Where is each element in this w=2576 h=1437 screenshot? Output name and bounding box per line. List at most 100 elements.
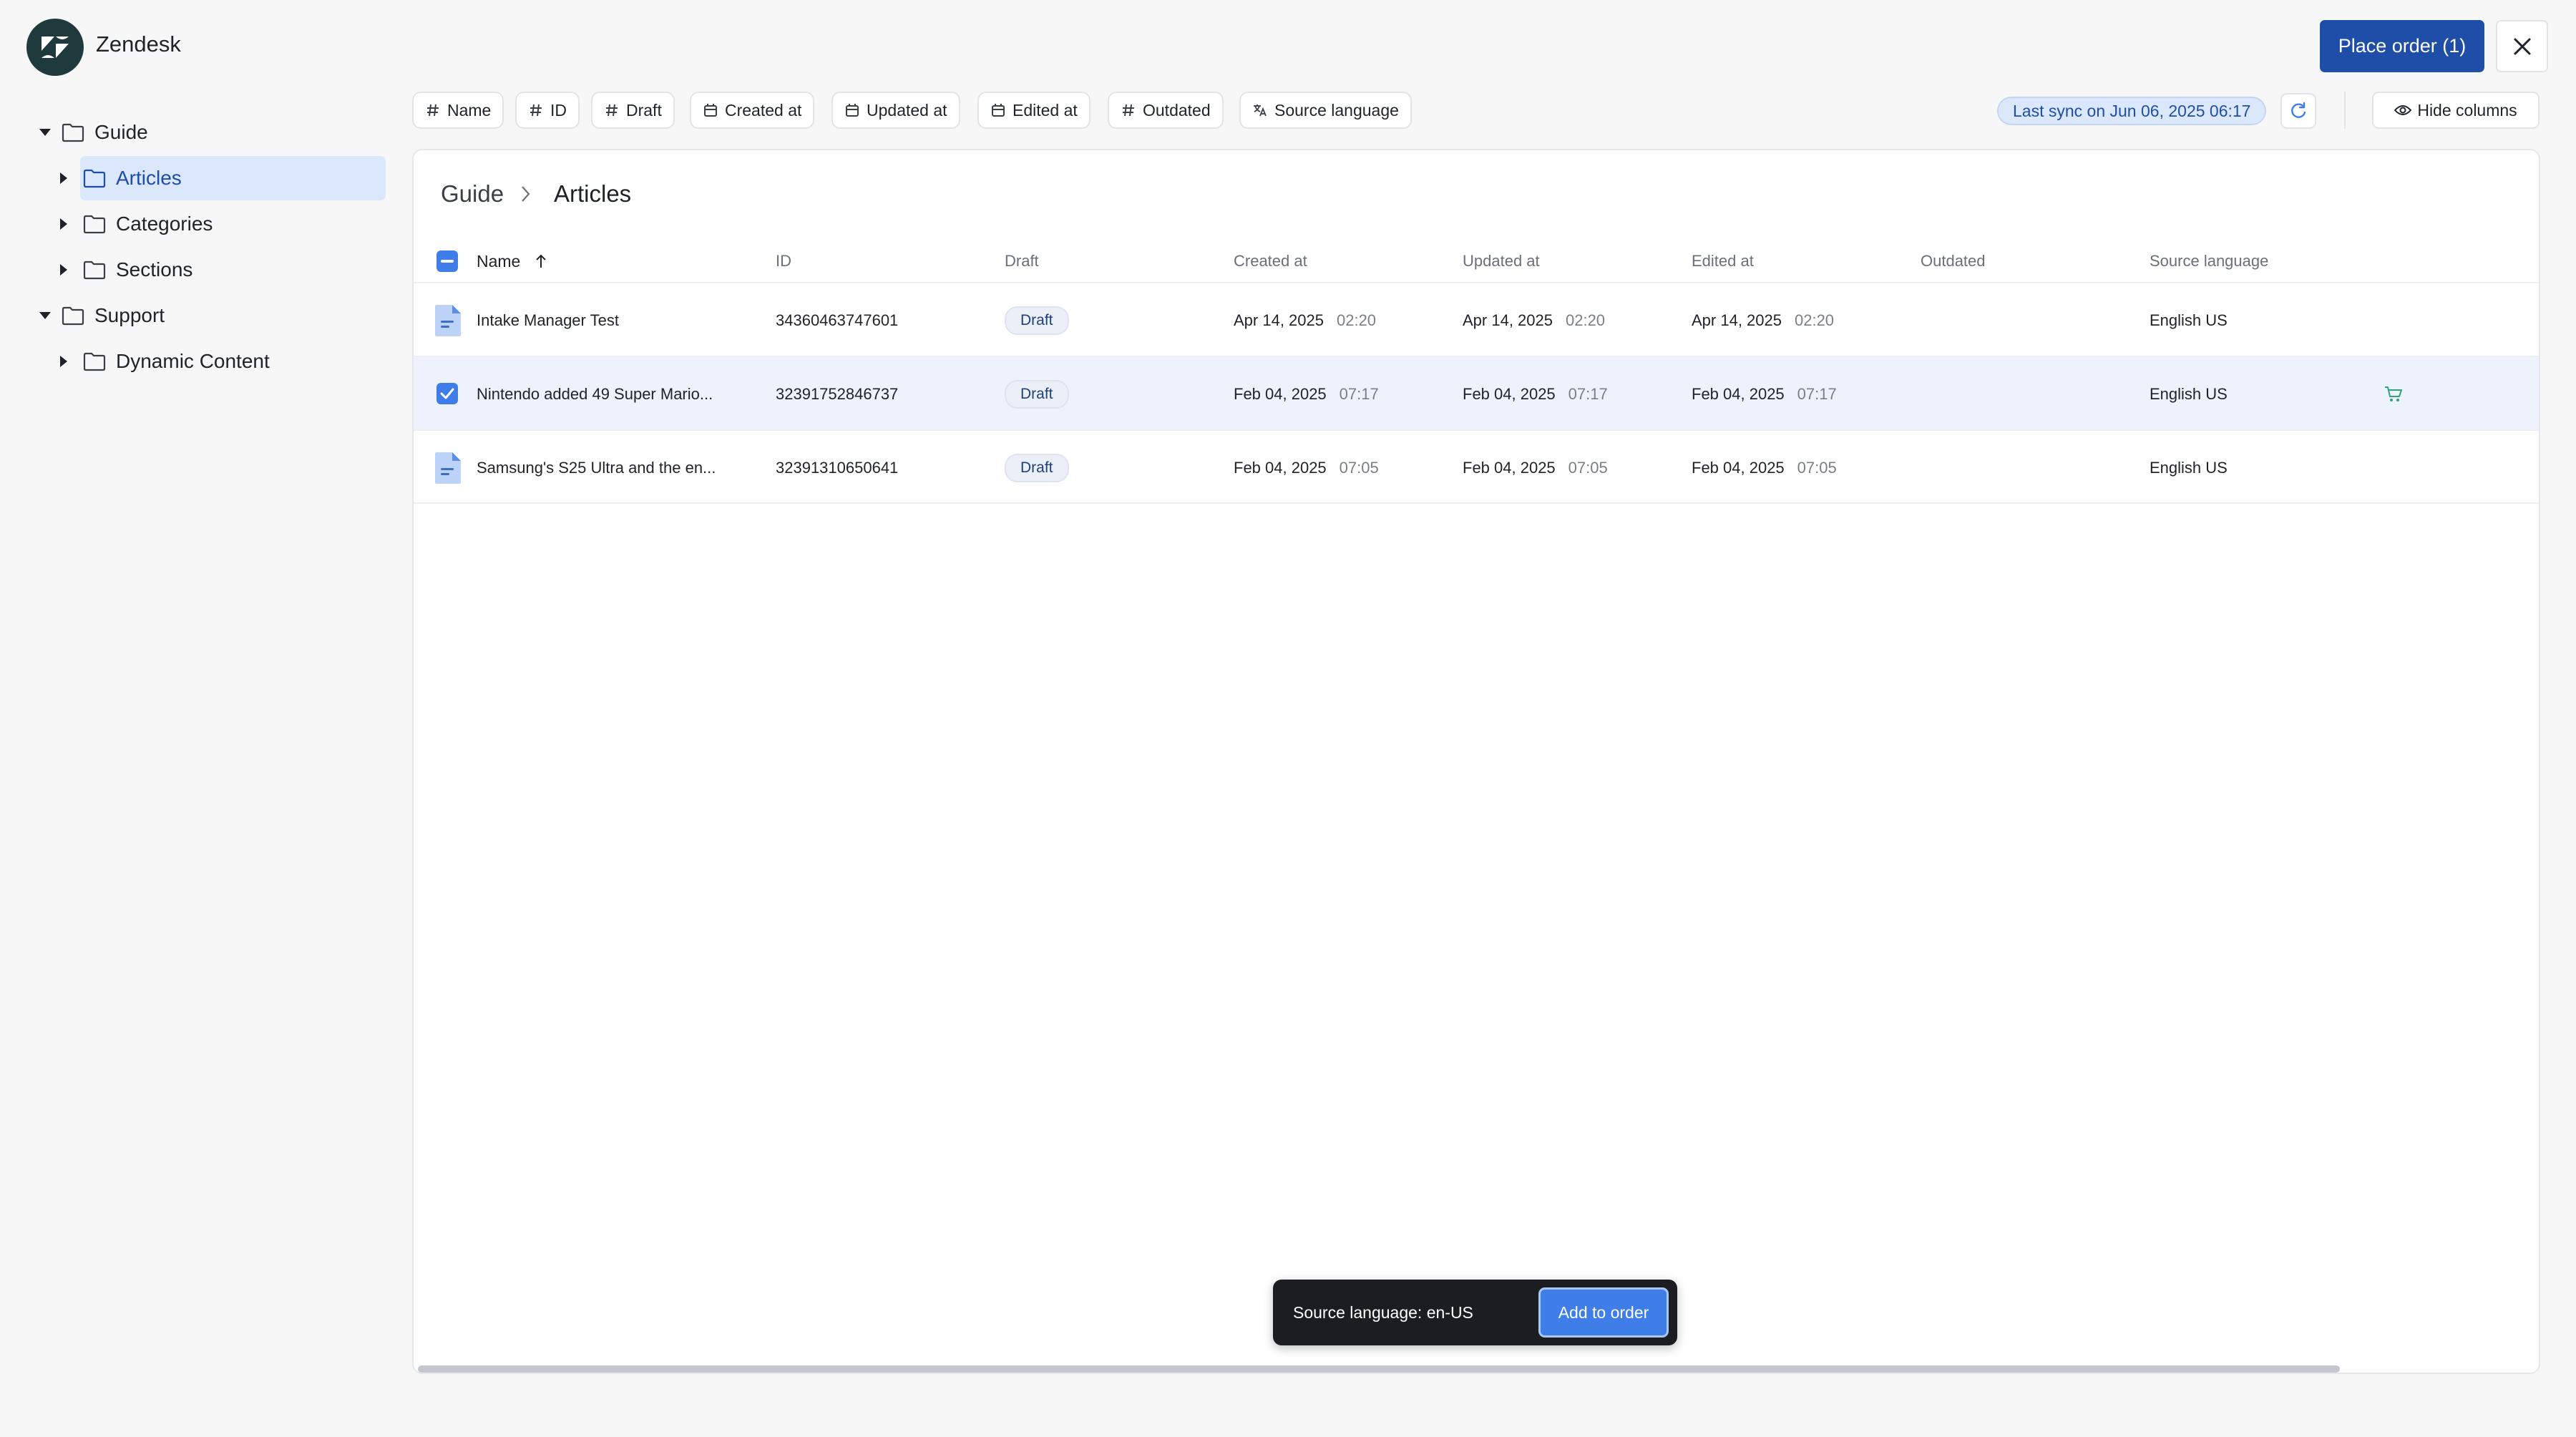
hash-icon	[425, 102, 441, 118]
sidebar-item-guide[interactable]: Guide	[36, 110, 386, 155]
column-header-id[interactable]: ID	[776, 243, 791, 279]
column-header-updated-at[interactable]: Updated at	[1463, 243, 1540, 279]
minus-icon	[441, 260, 454, 263]
cell-draft: Draft	[1005, 357, 1069, 431]
hash-icon	[1121, 102, 1136, 118]
chip-label: Outdated	[1143, 100, 1211, 120]
add-to-order-button[interactable]: Add to order	[1538, 1287, 1669, 1338]
sidebar-item-dynamic-content[interactable]: Dynamic Content	[54, 339, 384, 384]
cart-icon	[2385, 386, 2402, 401]
cell-edited-at: Feb 04, 2025 07:17	[1692, 357, 1837, 431]
caret-down-icon[interactable]	[36, 306, 54, 325]
table-row[interactable]: Nintendo added 49 Super Mario... 3239175…	[414, 356, 2539, 431]
toolbar-divider	[2344, 92, 2346, 129]
cell-name[interactable]: Samsung's S25 Ultra and the en...	[477, 431, 716, 505]
calendar-icon	[703, 102, 718, 118]
place-order-button[interactable]: Place order (1)	[2320, 20, 2484, 72]
sidebar-item-label: Categories	[116, 213, 213, 235]
column-header-draft[interactable]: Draft	[1005, 243, 1039, 279]
date: Feb 04, 2025	[1463, 384, 1556, 403]
cell-name[interactable]: Intake Manager Test	[477, 283, 619, 357]
chip-updated-at[interactable]: Updated at	[831, 92, 960, 129]
date: Apr 14, 2025	[1463, 311, 1553, 329]
chip-label: Source language	[1274, 100, 1399, 120]
cell-id: 32391310650641	[776, 458, 899, 477]
articles-panel: Guide Articles Name ID Draft Created at …	[412, 149, 2540, 1374]
hash-icon	[604, 102, 620, 118]
eye-icon	[2394, 104, 2412, 117]
sidebar-item-label: Sections	[116, 258, 193, 281]
caret-right-icon[interactable]	[54, 215, 73, 233]
sort-ascending-icon[interactable]	[535, 253, 547, 269]
chip-outdated[interactable]: Outdated	[1108, 92, 1224, 129]
date: Feb 04, 2025	[1692, 458, 1785, 477]
check-icon	[440, 388, 454, 399]
sidebar-item-label: Support	[94, 304, 165, 326]
table-divider	[414, 502, 2539, 504]
translate-icon	[1252, 102, 1268, 118]
folder-icon	[83, 352, 106, 371]
chip-id[interactable]: ID	[515, 92, 580, 129]
folder-icon	[83, 169, 106, 188]
caret-right-icon[interactable]	[54, 169, 73, 187]
sidebar-item-sections[interactable]: Sections	[54, 248, 384, 292]
column-header-outdated[interactable]: Outdated	[1921, 243, 1986, 279]
brand-name: Zendesk	[96, 31, 181, 57]
cell-draft: Draft	[1005, 431, 1069, 505]
time: 02:20	[1565, 311, 1606, 329]
time: 07:17	[1568, 384, 1608, 403]
column-header-edited-at[interactable]: Edited at	[1692, 243, 1754, 279]
toast-message: Source language: en-US	[1293, 1302, 1473, 1322]
caret-right-icon[interactable]	[54, 352, 73, 371]
status-badge: Draft	[1005, 453, 1069, 482]
selection-toast: Source language: en-US Add to order	[1273, 1280, 1677, 1345]
time: 07:17	[1797, 384, 1837, 403]
column-header-source-language[interactable]: Source language	[2150, 243, 2268, 279]
column-header-created-at[interactable]: Created at	[1234, 243, 1307, 279]
chip-label: Created at	[725, 100, 802, 120]
select-all-checkbox[interactable]	[436, 250, 458, 272]
cell-edited-at: Apr 14, 2025 02:20	[1692, 283, 1834, 357]
sidebar-item-categories[interactable]: Categories	[54, 202, 384, 246]
time: 02:20	[1336, 311, 1377, 329]
chip-label: Edited at	[1013, 100, 1078, 120]
chip-name[interactable]: Name	[412, 92, 504, 129]
chip-label: ID	[550, 100, 567, 120]
caret-right-icon[interactable]	[54, 260, 73, 279]
refresh-icon	[2291, 102, 2306, 118]
calendar-icon	[990, 102, 1006, 118]
chip-source-language[interactable]: Source language	[1239, 92, 1412, 129]
document-icon	[435, 305, 461, 336]
table-row[interactable]: Samsung's S25 Ultra and the en... 323913…	[414, 429, 2539, 505]
hide-columns-button[interactable]: Hide columns	[2372, 92, 2540, 129]
date: Feb 04, 2025	[1463, 458, 1556, 477]
app-header: Zendesk Place order (1)	[0, 0, 2576, 93]
sidebar-item-articles[interactable]: Articles	[60, 156, 386, 200]
cell-updated-at: Feb 04, 2025 07:05	[1463, 431, 1608, 505]
cell-name[interactable]: Nintendo added 49 Super Mario...	[477, 357, 713, 431]
cell-created-at: Apr 14, 2025 02:20	[1234, 283, 1376, 357]
chip-edited-at[interactable]: Edited at	[977, 92, 1091, 129]
cart-indicator[interactable]	[2384, 357, 2403, 431]
caret-down-icon[interactable]	[36, 123, 54, 142]
date: Feb 04, 2025	[1234, 458, 1327, 477]
sidebar-item-support[interactable]: Support	[36, 293, 386, 338]
last-sync-badge: Last sync on Jun 06, 2025 06:17	[1997, 97, 2267, 125]
refresh-button[interactable]	[2280, 93, 2316, 129]
chip-created-at[interactable]: Created at	[690, 92, 815, 129]
zendesk-logo-icon	[26, 19, 84, 76]
chip-label: Draft	[626, 100, 662, 120]
status-badge: Draft	[1005, 306, 1069, 335]
horizontal-scrollbar[interactable]	[418, 1365, 2340, 1373]
close-button[interactable]	[2496, 20, 2548, 72]
chip-draft[interactable]: Draft	[591, 92, 675, 129]
column-header-name[interactable]: Name	[477, 243, 547, 279]
chip-label: Updated at	[867, 100, 947, 120]
date: Feb 04, 2025	[1692, 384, 1785, 403]
row-checkbox[interactable]	[436, 383, 458, 404]
chip-label: Name	[447, 100, 492, 120]
column-header-label: Name	[477, 251, 521, 271]
date: Feb 04, 2025	[1234, 384, 1327, 403]
breadcrumb-root[interactable]: Guide	[441, 176, 504, 212]
table-row[interactable]: Intake Manager Test 34360463747601 Draft…	[414, 282, 2539, 357]
